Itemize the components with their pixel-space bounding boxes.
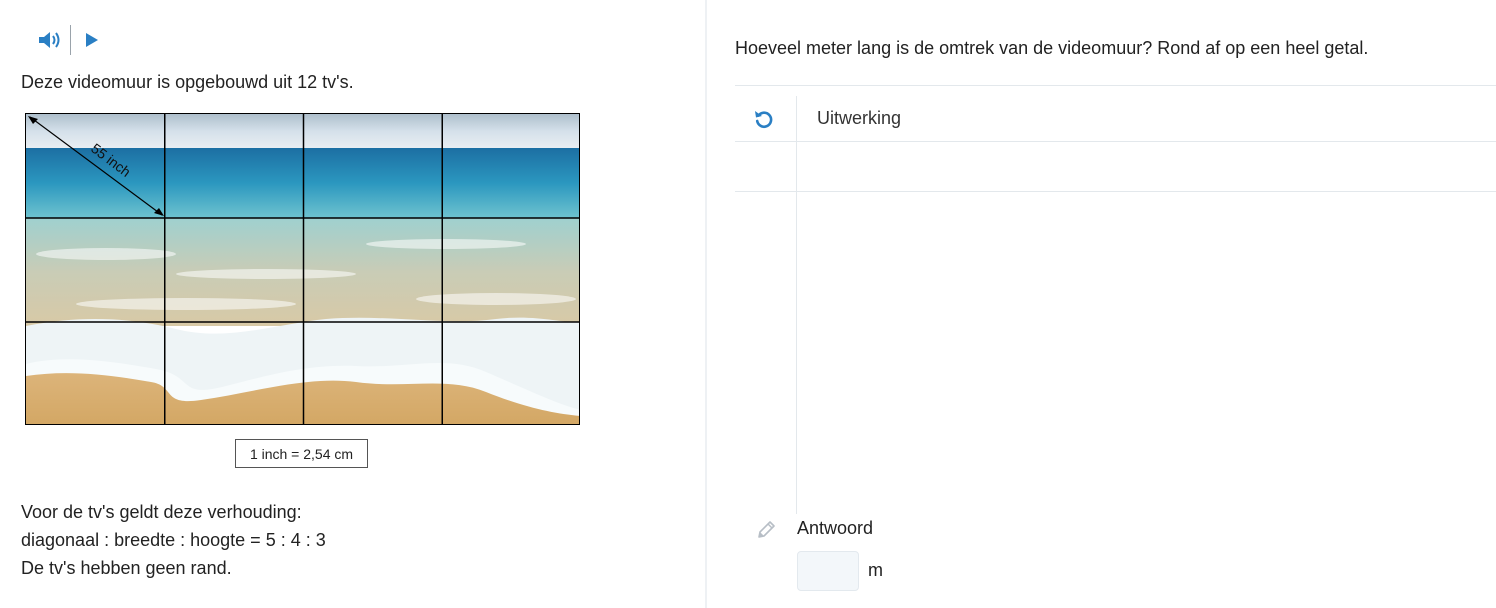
- fact-line: diagonaal : breedte : hoogte = 5 : 4 : 3: [21, 530, 326, 550]
- question-text: Hoeveel meter lang is de omtrek van de v…: [735, 38, 1369, 58]
- audio-controls: [36, 24, 105, 56]
- workout-line: [735, 191, 1496, 192]
- reset-icon[interactable]: [752, 107, 776, 131]
- intro-text: Deze videomuur is opgebouwd uit 12 tv's.: [21, 72, 354, 92]
- audio-separator: [70, 25, 71, 55]
- workout-line: [735, 141, 1496, 142]
- play-icon[interactable]: [79, 27, 105, 53]
- fact-line: Voor de tv's geldt deze verhouding:: [21, 502, 302, 522]
- pencil-icon: [755, 519, 777, 541]
- answer-input[interactable]: [797, 551, 859, 591]
- speaker-icon[interactable]: [36, 27, 62, 53]
- right-panel: Hoeveel meter lang is de omtrek van de v…: [707, 0, 1496, 608]
- left-panel: Deze videomuur is opgebouwd uit 12 tv's.: [0, 0, 705, 608]
- answer-label: Antwoord: [797, 518, 874, 538]
- facts-block: Voor de tv's geldt deze verhouding: diag…: [21, 498, 326, 582]
- answer-unit: m: [868, 560, 883, 580]
- divider-line: [735, 85, 1496, 86]
- workout-label: Uitwerking: [817, 108, 902, 128]
- conversion-box: 1 inch = 2,54 cm: [235, 439, 368, 468]
- workout-gutter-line: [796, 96, 797, 514]
- fact-line: De tv's hebben geen rand.: [21, 558, 232, 578]
- video-wall-image: 55 inch: [25, 113, 580, 425]
